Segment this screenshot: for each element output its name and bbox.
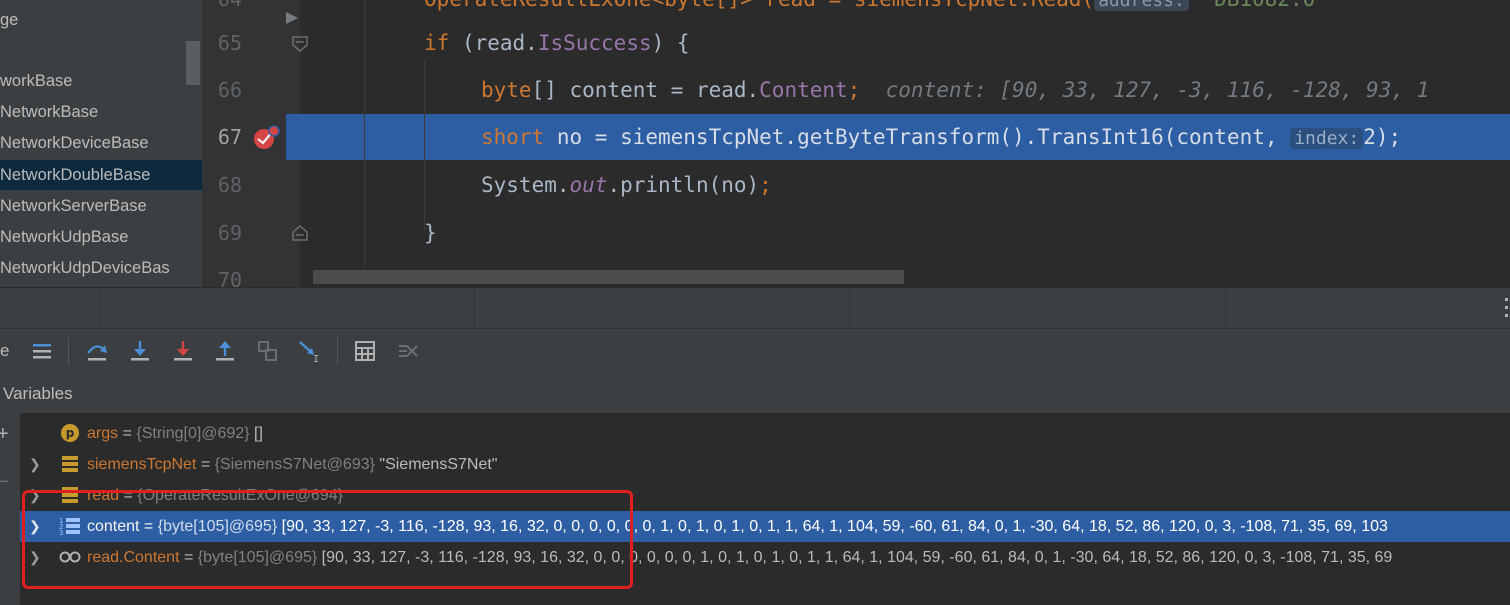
show-execution-point-icon[interactable]: [30, 339, 54, 363]
step-over-icon[interactable]: [85, 339, 109, 363]
field-icon: [62, 456, 78, 472]
variable-row[interactable]: ❯ siemensTcpNet = {SiemensS7Net@693} "Si…: [20, 449, 1510, 480]
inline-debug-value: content: [90, 33, 127, -3, 116, -128, 93…: [885, 78, 1430, 102]
variable-name: args: [87, 425, 119, 442]
annotation-highlight-box: [22, 490, 633, 589]
variable-type: {String[0]@692}: [136, 425, 250, 442]
editor-horizontal-scrollbar[interactable]: [313, 270, 904, 284]
toolbar-label: e: [0, 341, 10, 360]
svg-text:p: p: [66, 426, 75, 440]
parameter-icon: p: [61, 424, 79, 442]
tree-item[interactable]: NetworkBase: [0, 97, 98, 127]
line-number-current: 67: [217, 125, 242, 149]
parameter-hint: index:: [1290, 128, 1364, 149]
variables-title: Variables: [3, 384, 73, 403]
tree-item[interactable]: NetworkUdpBase: [0, 222, 128, 252]
step-out-icon[interactable]: [213, 339, 237, 363]
fold-open-icon[interactable]: [291, 35, 309, 53]
code-line-68: System.out.println(no);: [481, 173, 772, 197]
add-watch-icon[interactable]: +: [0, 423, 9, 446]
panel-options-icon[interactable]: [1503, 298, 1510, 318]
current-line-gutter-highlight: [286, 114, 300, 160]
evaluate-expression-icon[interactable]: [353, 339, 377, 363]
code-line-67-current: short no = siemensTcpNet.getByteTransfor…: [481, 125, 1402, 149]
variable-value: "SiemensS7Net": [374, 456, 498, 473]
code-line-66: byte[] content = read.Content; content: …: [481, 78, 1430, 102]
run-to-cursor-icon[interactable]: I: [298, 339, 322, 363]
tree-item[interactable]: NetworkServerBase: [0, 191, 147, 221]
variables-side-toolbar: + −: [0, 413, 20, 605]
expand-chevron-icon[interactable]: ❯: [29, 449, 41, 480]
tree-item[interactable]: NetworkDeviceBase: [0, 128, 149, 158]
variable-value: []: [249, 425, 263, 442]
line-number: 65: [217, 31, 242, 55]
line-number: 68: [217, 173, 242, 197]
force-step-into-icon[interactable]: [171, 339, 195, 363]
fold-close-icon[interactable]: [291, 224, 309, 242]
breakpoint-icon[interactable]: [252, 125, 280, 151]
tree-scrollbar[interactable]: [186, 41, 200, 85]
line-number: 66: [217, 78, 242, 102]
variables-header: Variables: [0, 373, 1510, 413]
drop-frame-icon[interactable]: [256, 339, 280, 363]
code-line-69: }: [424, 221, 437, 245]
trace-current-stream-icon[interactable]: [396, 339, 420, 363]
tree-item[interactable]: NetworkUdpDeviceBas: [0, 253, 170, 283]
variable-type: {SiemensS7Net@693}: [214, 456, 375, 473]
tree-item[interactable]: workBase: [0, 66, 72, 96]
tree-item[interactable]: ge: [0, 5, 18, 35]
code-line-65: if (read.IsSuccess) {: [424, 31, 690, 55]
step-into-icon[interactable]: [128, 339, 152, 363]
svg-text:I: I: [313, 354, 319, 363]
variable-name: siemensTcpNet: [87, 456, 197, 473]
debug-panel-header: [0, 287, 1510, 328]
debug-toolbar: e I: [0, 328, 1510, 374]
tree-item-selected[interactable]: NetworkDoubleBase: [0, 160, 202, 190]
line-number: 69: [217, 221, 242, 245]
execution-arrow-icon: [286, 12, 298, 24]
remove-watch-icon[interactable]: −: [0, 471, 9, 494]
variable-row[interactable]: p args = {String[0]@692} []: [20, 418, 1510, 449]
project-tree: ge workBase NetworkBase NetworkDeviceBas…: [0, 0, 202, 287]
